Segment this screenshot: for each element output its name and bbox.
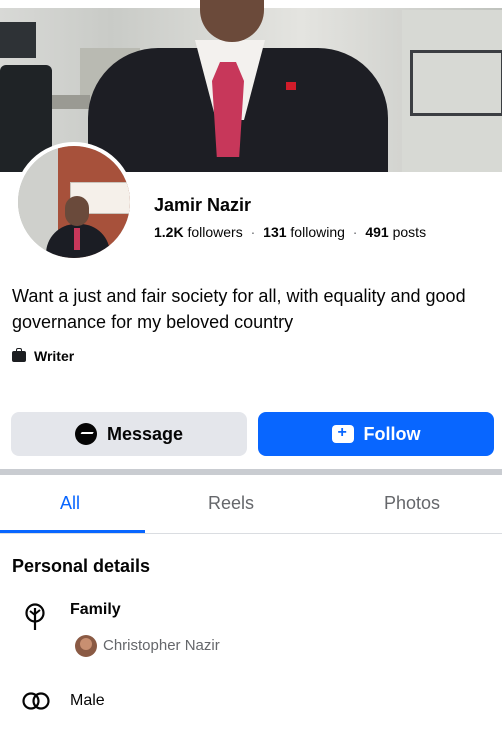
following-label[interactable]: following [290, 224, 344, 240]
follow-button-label: Follow [363, 423, 421, 444]
profile-bio: Want a just and fair society for all, wi… [12, 286, 466, 332]
family-member-avatar[interactable] [75, 635, 97, 657]
gender-value: Male [70, 692, 105, 709]
job-title: Writer [34, 348, 75, 364]
briefcase-icon [12, 347, 26, 362]
family-tree-icon [25, 603, 45, 630]
family-label: Family [70, 601, 121, 618]
followers-label[interactable]: followers [187, 224, 242, 240]
stats-separator: · [352, 224, 358, 240]
profile-stats: 1.2K followers · 131 following · 491 pos… [154, 224, 426, 240]
stats-separator: · [250, 224, 256, 240]
family-member-name[interactable]: Christopher Nazir [103, 637, 220, 654]
posts-label: posts [392, 224, 427, 240]
tab-photos[interactable]: Photos [384, 493, 440, 514]
posts-count: 491 [365, 224, 389, 240]
add-friend-icon [331, 424, 354, 443]
message-button-label: Message [106, 423, 184, 444]
section-divider [0, 469, 502, 475]
personal-details-title: Personal details [12, 556, 151, 576]
gender-icon [22, 692, 50, 710]
tab-reels[interactable]: Reels [208, 493, 254, 514]
messenger-icon [74, 423, 97, 445]
follow-button[interactable]: Follow [258, 412, 494, 456]
followers-count[interactable]: 1.2K [154, 224, 184, 240]
profile-name: Jamir Nazir [154, 195, 252, 215]
message-button[interactable]: Message [11, 412, 247, 456]
profile-job: Writer [12, 347, 75, 364]
following-count[interactable]: 131 [263, 224, 286, 240]
profile-avatar[interactable] [14, 142, 134, 262]
tabs-divider [0, 533, 502, 534]
tab-all[interactable]: All [60, 493, 80, 514]
